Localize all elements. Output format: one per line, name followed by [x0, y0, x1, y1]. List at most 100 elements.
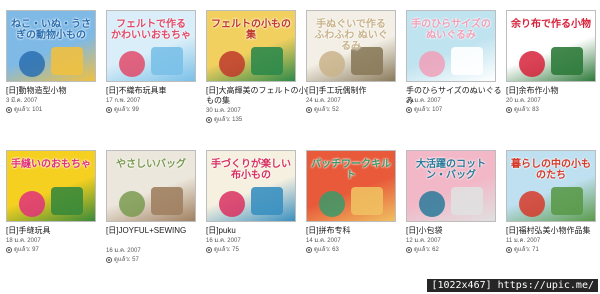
item-views: ดูแล้ว: 97 — [6, 246, 39, 254]
cover-illustration — [319, 51, 345, 77]
item-title-link[interactable]: [日]JOYFUL+SEWING — [106, 226, 208, 236]
cover-title: 手づくりが楽しい布小もの — [211, 159, 291, 181]
eye-icon — [306, 247, 312, 253]
item-date: 17 ก.พ. 2007 — [106, 98, 141, 104]
views-count: ดูแล้ว: 135 — [214, 117, 243, 123]
views-count: ดูแล้ว: 107 — [414, 107, 443, 113]
eye-icon — [506, 107, 512, 113]
cover-title: 暮らしの中の小ものたち — [511, 159, 591, 181]
item-title-link[interactable]: [日]福村弘美小物作品集 — [506, 226, 600, 236]
cover-illustration — [51, 47, 83, 75]
views-count: ดูแล้ว: 97 — [14, 247, 39, 253]
book-cover-image[interactable]: 余り布で作る小物 — [506, 10, 596, 82]
cover-illustration — [419, 51, 445, 77]
cover-illustration — [19, 51, 45, 77]
item-title-link[interactable]: [日]puku — [206, 226, 308, 236]
cover-illustration — [151, 47, 183, 75]
item-date: 16 ม.ค. 2007 — [206, 238, 241, 244]
cover-title: パッチワークキルト — [311, 159, 391, 181]
eye-icon — [106, 257, 112, 263]
cover-title: 手ぬぐいで作る ふわふわ ぬいぐるみ — [314, 19, 388, 52]
book-cover-image[interactable]: 暮らしの中の小ものたち — [506, 150, 596, 222]
book-cover-image[interactable]: 手縫いのおもちゃ — [6, 150, 96, 222]
book-cover-image[interactable]: フェルトで作る かわいいおもちゃ — [106, 10, 196, 82]
cover-illustration — [19, 191, 45, 217]
cover-illustration — [451, 47, 483, 75]
book-cover-image[interactable]: 手ぬぐいで作る ふわふわ ぬいぐるみ — [306, 10, 396, 82]
eye-icon — [406, 247, 412, 253]
item-date: 12 ม.ค. 2007 — [406, 238, 441, 244]
item-views: ดูแล้ว: 57 — [106, 256, 139, 264]
views-count: ดูแล้ว: 52 — [314, 107, 339, 113]
cover-illustration — [219, 191, 245, 217]
cover-title: 手のひらサイズのぬいぐるみ — [411, 19, 491, 41]
cover-illustration — [519, 51, 545, 77]
item-date: 16 ม.ค. 2007 — [106, 248, 141, 254]
eye-icon — [206, 117, 212, 123]
item-views: ดูแล้ว: 52 — [306, 106, 339, 114]
item-title-link[interactable]: [日]大高輝美のフェルトの小もの集 — [206, 86, 308, 106]
views-count: ดูแล้ว: 62 — [414, 247, 439, 253]
item-title-link[interactable]: [日]手缝玩具 — [6, 226, 108, 236]
eye-icon — [6, 247, 12, 253]
item-date: 20 ม.ค. 2007 — [506, 98, 541, 104]
item-date: 3 มี.ค. 2007 — [6, 98, 38, 104]
item-date: 21 ม.ค. 2007 — [406, 98, 441, 104]
item-title-link[interactable]: [日]小包袋 — [406, 226, 508, 236]
item-views: ดูแล้ว: 62 — [406, 246, 439, 254]
cover-title: ねこ・いぬ・うさぎの動物小もの — [11, 19, 91, 41]
eye-icon — [206, 247, 212, 253]
cover-illustration — [551, 47, 583, 75]
eye-icon — [106, 107, 112, 113]
item-views: ดูแล้ว: 71 — [506, 246, 539, 254]
cover-illustration — [119, 191, 145, 217]
item-date: 30 ม.ค. 2007 — [206, 108, 241, 114]
cover-illustration — [119, 51, 145, 77]
cover-illustration — [419, 191, 445, 217]
cover-illustration — [251, 187, 283, 215]
item-date: 18 ม.ค. 2007 — [6, 238, 41, 244]
cover-illustration — [219, 51, 245, 77]
item-title-link[interactable]: [日]動物造型小物 — [6, 86, 108, 96]
cover-illustration — [151, 187, 183, 215]
views-count: ดูแล้ว: 83 — [514, 107, 539, 113]
cover-illustration — [519, 191, 545, 217]
gallery-grid: ねこ・いぬ・うさぎの動物小もの [日]動物造型小物 3 มี.ค. 2007 ดูแล… — [0, 0, 600, 294]
item-title-link[interactable]: [日]不織布玩具車 — [106, 86, 208, 96]
book-cover-image[interactable]: 手づくりが楽しい布小もの — [206, 150, 296, 222]
item-title-link[interactable]: [日]手工玩偶制作 — [306, 86, 408, 96]
item-views: ดูแล้ว: 99 — [106, 106, 139, 114]
book-cover-image[interactable]: 手のひらサイズのぬいぐるみ — [406, 10, 496, 82]
item-title-link[interactable]: [日]拼布专科 — [306, 226, 408, 236]
item-views: ดูแล้ว: 83 — [506, 106, 539, 114]
book-cover-image[interactable]: フェルトの小もの集 — [206, 10, 296, 82]
book-cover-image[interactable]: 大活躍のコットン・バッグ — [406, 150, 496, 222]
book-cover-image[interactable]: やさしいバッグ — [106, 150, 196, 222]
item-title-link[interactable]: [日]余布作小物 — [506, 86, 600, 96]
item-date: 11 ม.ค. 2007 — [506, 238, 541, 244]
cover-title: 大活躍のコットン・バッグ — [416, 159, 486, 181]
cover-illustration — [351, 187, 383, 215]
cover-title: やさしいバッグ — [116, 159, 186, 170]
cover-illustration — [551, 187, 583, 215]
views-count: ดูแล้ว: 57 — [114, 257, 139, 263]
eye-icon — [306, 107, 312, 113]
book-cover-image[interactable]: パッチワークキルト — [306, 150, 396, 222]
views-count: ดูแล้ว: 71 — [514, 247, 539, 253]
item-date: 14 ม.ค. 2007 — [306, 238, 341, 244]
item-views: ดูแล้ว: 75 — [206, 246, 239, 254]
book-cover-image[interactable]: ねこ・いぬ・うさぎの動物小もの — [6, 10, 96, 82]
views-count: ดูแล้ว: 99 — [114, 107, 139, 113]
watermark: [1022x467] https://upic.me/ — [427, 279, 598, 292]
cover-illustration — [319, 191, 345, 217]
item-views: ดูแล้ว: 107 — [406, 106, 442, 114]
cover-title: 余り布で作る小物 — [511, 19, 591, 30]
cover-title: 手縫いのおもちゃ — [11, 159, 91, 170]
eye-icon — [506, 247, 512, 253]
item-views: ดูแล้ว: 101 — [6, 106, 42, 114]
cover-title: フェルトで作る かわいいおもちゃ — [111, 19, 191, 41]
eye-icon — [6, 107, 12, 113]
item-views: ดูแล้ว: 63 — [306, 246, 339, 254]
views-count: ดูแล้ว: 101 — [14, 107, 43, 113]
cover-illustration — [251, 47, 283, 75]
